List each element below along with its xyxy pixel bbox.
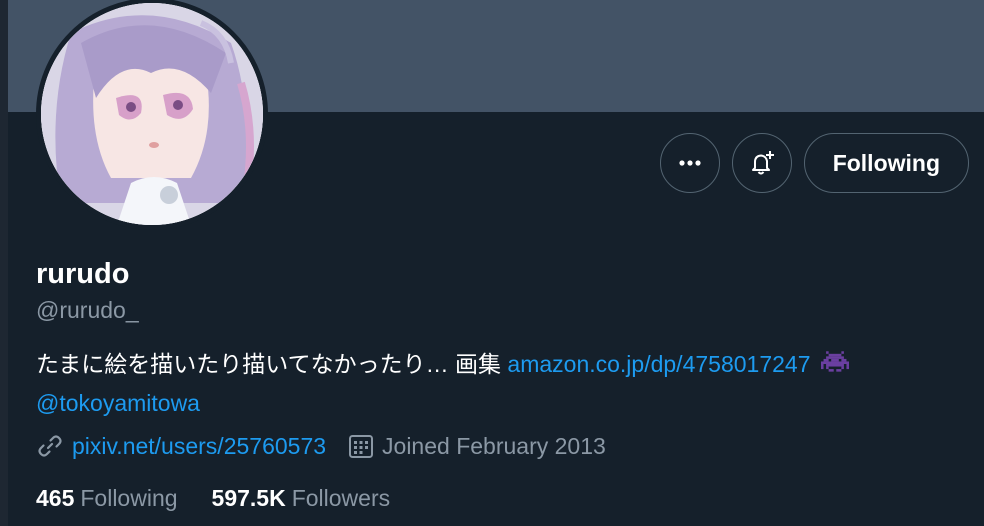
more-button[interactable]: [659, 133, 720, 193]
profile-bio: たまに絵を描いたり描いてなかったり… 画集 amazon.co.jp/dp/47…: [36, 347, 956, 420]
avatar[interactable]: [36, 0, 268, 230]
profile-page: Following rurudo @rurudo_ たまに絵を描いたり描いてなか…: [0, 0, 984, 526]
following-label: Following: [80, 485, 178, 511]
following-count: 465: [36, 485, 75, 511]
bio-mention[interactable]: @tokoyamitowa: [36, 390, 200, 416]
profile-actions: Following: [659, 133, 969, 193]
left-edge: [0, 0, 8, 526]
followers-stat[interactable]: 597.5K Followers: [212, 485, 391, 512]
followers-count: 597.5K: [211, 485, 286, 511]
more-dots-icon: [679, 160, 701, 166]
following-button[interactable]: Following: [803, 133, 969, 193]
bio-link[interactable]: amazon.co.jp/dp/4758017247: [507, 351, 810, 377]
avatar-image: [41, 3, 263, 225]
website-link[interactable]: pixiv.net/users/25760573: [72, 433, 326, 460]
followers-label: Followers: [291, 485, 391, 511]
space-invader-emoji: [820, 351, 849, 386]
joined-date: Joined February 2013: [382, 432, 606, 459]
notify-button[interactable]: [731, 133, 792, 193]
joined-item: Joined February 2013: [348, 433, 606, 460]
profile-meta: pixiv.net/users/25760573 Joined February…: [36, 432, 606, 460]
following-stat[interactable]: 465 Following: [36, 485, 178, 512]
bell-plus-icon: [751, 151, 774, 175]
website-item: pixiv.net/users/25760573: [36, 432, 326, 460]
link-icon: [36, 432, 64, 460]
calendar-icon: [348, 433, 374, 459]
profile-name: rurudo: [36, 258, 130, 290]
bio-text: たまに絵を描いたり描いてなかったり… 画集: [36, 351, 502, 377]
profile-stats: 465 Following 597.5K Followers: [36, 485, 390, 512]
profile-handle: @rurudo_: [36, 297, 139, 323]
